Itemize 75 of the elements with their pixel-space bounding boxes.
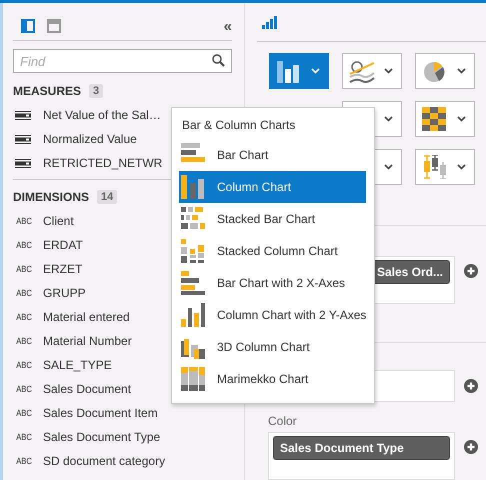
chevron-icon <box>384 164 393 170</box>
marimekko-chart-icon <box>181 367 205 391</box>
chevron-icon <box>457 116 466 122</box>
menu-item[interactable]: 3D Column Chart <box>179 331 366 363</box>
add-icon[interactable] <box>464 264 478 278</box>
dimension-tag: ABC <box>16 264 30 274</box>
dimension-item[interactable]: GRUPP <box>43 286 86 300</box>
chart-type-button[interactable] <box>415 101 475 137</box>
chevron-icon <box>457 164 466 170</box>
chart-type-button[interactable] <box>415 149 475 185</box>
menu-item[interactable]: Column Chart with 2 Y-Axes <box>179 299 366 331</box>
column-chart-icon <box>181 175 205 199</box>
menu-item[interactable]: Column Chart <box>179 171 366 203</box>
dualcolumn-chart-icon <box>181 303 205 327</box>
count-badge: 3 <box>89 84 104 98</box>
dimension-tag: ABC <box>16 288 30 298</box>
measure-icon <box>15 134 31 144</box>
stackedcolumn-chart-icon <box>181 239 205 263</box>
dimension-item[interactable]: Client <box>43 214 74 228</box>
menu-item[interactable]: Marimekko Chart <box>179 363 366 395</box>
bar-chart-icon[interactable] <box>262 16 278 28</box>
add-icon[interactable] <box>464 440 478 454</box>
dimension-item[interactable]: SALE_TYPE <box>43 358 112 372</box>
dimension-tag: ABC <box>16 216 30 226</box>
measure-item[interactable]: RETRICTED_NETWR <box>43 156 162 170</box>
menu-item[interactable]: Stacked Bar Chart <box>179 203 366 235</box>
layout-tab[interactable] <box>21 19 35 33</box>
search-icon <box>212 54 225 67</box>
chart-type-button[interactable] <box>269 53 329 89</box>
column-chart-icon <box>276 59 302 83</box>
chevron-icon <box>384 116 393 122</box>
dimension-item[interactable]: Sales Document Type <box>43 430 160 444</box>
line-chart-icon <box>349 59 375 83</box>
menu-title: Bar & Column Charts <box>182 118 296 132</box>
section-title: DIMENSIONS <box>13 190 90 204</box>
dimension-tag: ABC <box>16 240 30 250</box>
dimension-item[interactable]: SD document category <box>43 454 166 468</box>
layout-tab[interactable] <box>47 19 61 33</box>
chevron-icon <box>457 68 466 74</box>
section-title: MEASURES <box>13 84 82 98</box>
dimension-item[interactable]: Sales Document Item <box>43 406 158 420</box>
menu-item[interactable]: Bar Chart <box>179 139 366 171</box>
dimension-item[interactable]: Material Number <box>43 334 132 348</box>
chevron-icon <box>384 68 393 74</box>
drop-zone[interactable]: Sales Document Type <box>268 432 455 480</box>
dimension-tag: ABC <box>16 432 30 442</box>
add-icon[interactable] <box>464 379 478 393</box>
chevron-icon <box>311 68 320 74</box>
dimension-tag: ABC <box>16 336 30 346</box>
dimension-item[interactable]: ERZET <box>43 262 82 276</box>
dimension-item[interactable]: ERDAT <box>43 238 83 252</box>
chart-type-button[interactable] <box>415 53 475 89</box>
dimension-tag: ABC <box>16 456 30 466</box>
dimension-tag: ABC <box>16 408 30 418</box>
heatmap-icon <box>422 107 448 131</box>
menu-item[interactable]: Stacked Column Chart <box>179 235 366 267</box>
dualbar-chart-icon <box>181 271 205 295</box>
dimension-item[interactable]: Material entered <box>43 310 130 324</box>
dimension-tag: ABC <box>16 384 30 394</box>
collapse-button[interactable]: « <box>224 18 232 34</box>
dimension-tag: ABC <box>16 360 30 370</box>
count-badge: 14 <box>97 190 118 204</box>
shelf-label: Color <box>268 414 298 428</box>
chart-type-button[interactable] <box>342 53 402 89</box>
menu-item[interactable]: Bar Chart with 2 X-Axes <box>179 267 366 299</box>
measure-item[interactable]: Normalized Value <box>43 132 137 146</box>
dimension-chip[interactable]: Sales Document Type <box>273 436 450 460</box>
measure-item[interactable]: Net Value of the Sal… <box>43 108 161 122</box>
dimension-item[interactable]: Sales Document <box>43 382 132 396</box>
box-plot-icon <box>422 155 448 179</box>
search-field[interactable]: Find <box>13 49 232 73</box>
measure-icon <box>15 110 31 120</box>
stackedbar-chart-icon <box>181 207 205 231</box>
dimension-tag: ABC <box>16 312 30 322</box>
measure-icon <box>15 158 31 168</box>
